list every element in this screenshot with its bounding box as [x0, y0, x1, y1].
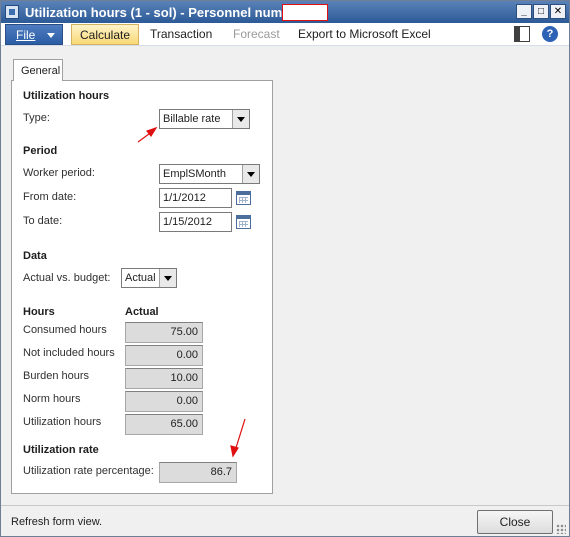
file-menu-button[interactable]: File [5, 24, 63, 45]
chevron-down-icon[interactable] [242, 165, 259, 183]
form-content: General Utilization hours Type: Billable… [1, 47, 569, 505]
utilization-hours-heading: Utilization hours [23, 90, 110, 102]
status-bar: Refresh form view. Close [1, 505, 569, 536]
burden-hours-value: 10.00 [125, 368, 203, 389]
general-tab-page: Utilization hours Type: Billable rate Pe… [11, 80, 273, 494]
window-title: Utilization hours (1 - sol) - Personnel … [25, 5, 307, 20]
status-text: Refresh form view. [11, 516, 103, 528]
period-heading: Period [23, 145, 58, 157]
actual-column-header: Actual [125, 306, 159, 318]
worker-period-combobox[interactable]: EmplSMonth [159, 164, 260, 184]
norm-hours-value: 0.00 [125, 391, 203, 412]
chevron-down-icon[interactable] [232, 110, 249, 128]
calendar-icon[interactable] [236, 215, 251, 229]
worker-period-label: Worker period: [23, 167, 95, 179]
minimize-button[interactable]: _ [516, 4, 532, 19]
help-icon[interactable]: ? [542, 26, 558, 42]
tab-general[interactable]: General [13, 59, 63, 81]
from-date-field[interactable]: 1/1/2012 [159, 188, 232, 208]
utilization-rate-percentage-value: 86.7 [159, 462, 237, 483]
utilization-rate-heading: Utilization rate [23, 444, 99, 456]
actual-vs-budget-label: Actual vs. budget: [23, 272, 111, 284]
not-included-hours-label: Not included hours [23, 347, 115, 359]
calculate-button[interactable]: Calculate [71, 24, 140, 45]
chevron-down-icon[interactable] [159, 269, 176, 287]
to-date-field[interactable]: 1/15/2012 [159, 212, 232, 232]
type-label: Type: [23, 112, 50, 124]
chevron-down-icon [47, 33, 55, 38]
utilization-hours-window: Utilization hours (1 - sol) - Personnel … [0, 0, 570, 537]
hours-heading: Hours [23, 306, 55, 318]
data-heading: Data [23, 250, 47, 262]
layout-icon[interactable] [514, 26, 530, 42]
utilization-rate-percentage-label: Utilization rate percentage: [23, 465, 154, 477]
from-date-label: From date: [23, 191, 77, 203]
to-date-label: To date: [23, 215, 63, 227]
worker-period-value: EmplSMonth [163, 168, 226, 180]
utilization-hours-row-label: Utilization hours [23, 416, 102, 428]
type-combobox[interactable]: Billable rate [159, 109, 250, 129]
transaction-button[interactable]: Transaction [142, 24, 220, 45]
export-to-excel-button[interactable]: Export to Microsoft Excel [290, 24, 439, 45]
resize-grip-icon[interactable] [556, 524, 566, 534]
norm-hours-label: Norm hours [23, 393, 81, 405]
file-menu-label: File [16, 28, 36, 42]
forecast-button: Forecast [233, 27, 280, 41]
close-button[interactable]: Close [477, 510, 553, 534]
actual-vs-budget-combobox[interactable]: Actual [121, 268, 177, 288]
consumed-hours-value: 75.00 [125, 322, 203, 343]
burden-hours-label: Burden hours [23, 370, 90, 382]
type-value: Billable rate [163, 113, 221, 125]
maximize-button[interactable]: □ [533, 4, 549, 19]
actual-vs-budget-value: Actual [125, 272, 156, 284]
app-icon [5, 5, 19, 19]
calendar-icon[interactable] [236, 191, 251, 205]
title-bar: Utilization hours (1 - sol) - Personnel … [1, 1, 569, 23]
personnel-number-redaction [282, 4, 328, 21]
action-pane: File Calculate Transaction Forecast Expo… [1, 23, 569, 46]
consumed-hours-label: Consumed hours [23, 324, 107, 336]
utilization-hours-value: 65.00 [125, 414, 203, 435]
close-window-button[interactable]: ✕ [550, 4, 566, 19]
not-included-hours-value: 0.00 [125, 345, 203, 366]
